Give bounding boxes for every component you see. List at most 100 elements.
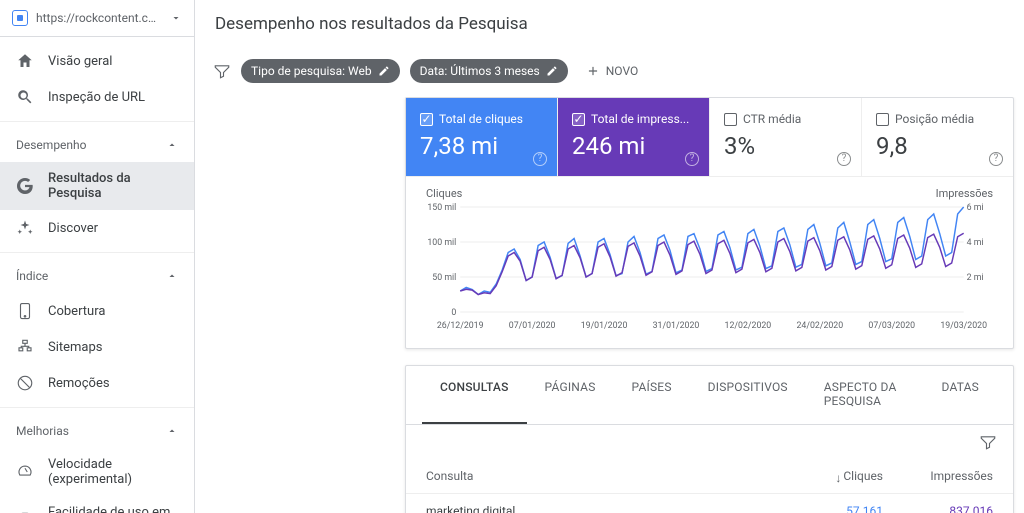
svg-text:50 mil: 50 mil <box>432 273 456 283</box>
svg-text:19/01/2020: 19/01/2020 <box>581 321 628 331</box>
tab-countries[interactable]: PAÍSES <box>614 366 690 424</box>
chevron-up-icon <box>166 425 178 437</box>
filter-chip-type[interactable]: Tipo de pesquisa: Web <box>241 59 400 83</box>
cell-query: marketing digital <box>426 504 773 513</box>
search-icon <box>16 88 34 106</box>
chevron-up-icon <box>166 139 178 151</box>
svg-text:19/03/2020: 19/03/2020 <box>940 321 987 331</box>
property-selector[interactable]: https://rockcontent.com/ <box>0 0 194 37</box>
col-header-query[interactable]: Consulta <box>426 469 773 483</box>
nav-label: Remoções <box>48 376 110 391</box>
nav-label: Cobertura <box>48 304 105 319</box>
checkbox-checked-icon: ✓ <box>572 113 585 126</box>
property-icon <box>12 10 28 26</box>
nav-label: Sitemaps <box>48 340 103 355</box>
metrics-row: ✓Total de cliques 7,38 mi ? ✓Total de im… <box>406 98 1013 177</box>
chevron-up-icon <box>166 270 178 282</box>
nav-search-results[interactable]: Resultados da Pesquisa <box>0 162 194 210</box>
help-icon[interactable]: ? <box>837 152 851 166</box>
nav-discover[interactable]: Discover <box>0 210 194 246</box>
table-row[interactable]: marketing digital57.161837.016 <box>406 494 1013 513</box>
metric-impressions[interactable]: ✓Total de impress... 246 mi ? <box>558 98 710 176</box>
checkbox-unchecked-icon <box>876 113 889 126</box>
main: Desempenho nos resultados da Pesquisa Ti… <box>195 0 1024 513</box>
tab-devices[interactable]: DISPOSITIVOS <box>690 366 806 424</box>
google-icon <box>16 177 34 195</box>
nav-section-performance[interactable]: Desempenho <box>0 128 194 162</box>
sitemap-icon <box>16 338 34 356</box>
sort-desc-icon: ↓ <box>835 471 841 485</box>
edit-icon <box>378 65 390 77</box>
filter-new-button[interactable]: NOVO <box>578 60 647 82</box>
coverage-icon <box>16 302 34 320</box>
performance-chart: Cliques Impressões 150 mil 100 mil 50 mil 0… <box>406 177 1013 348</box>
tab-pages[interactable]: PÁGINAS <box>527 366 614 424</box>
col-header-impressions[interactable]: Impressões <box>883 469 993 483</box>
help-icon[interactable]: ? <box>685 152 699 166</box>
nav-section-index[interactable]: Índice <box>0 259 194 293</box>
sidebar: https://rockcontent.com/ Visão geral Ins… <box>0 0 195 513</box>
table-tabs: CONSULTAS PÁGINAS PAÍSES DISPOSITIVOS AS… <box>406 366 1013 425</box>
metric-value: 9,8 <box>876 132 999 160</box>
nav-sitemaps[interactable]: Sitemaps <box>0 329 194 365</box>
metric-value: 246 mi <box>572 132 695 160</box>
tab-appearance[interactable]: ASPECTO DA PESQUISA <box>806 366 924 424</box>
svg-text:12/02/2020: 12/02/2020 <box>725 321 772 331</box>
speed-icon <box>16 463 34 481</box>
svg-text:6 mi: 6 mi <box>967 203 984 213</box>
svg-text:31/01/2020: 31/01/2020 <box>653 321 700 331</box>
nav-label: Discover <box>48 221 98 236</box>
metric-value: 7,38 mi <box>420 132 543 160</box>
filter-bar: Tipo de pesquisa: Web Data: Últimos 3 me… <box>195 49 1024 97</box>
svg-text:2 mi: 2 mi <box>967 273 984 283</box>
filter-icon[interactable] <box>979 433 997 451</box>
chevron-down-icon <box>170 12 182 24</box>
tab-queries[interactable]: CONSULTAS <box>422 366 527 424</box>
nav-overview[interactable]: Visão geral <box>0 43 194 79</box>
svg-text:0: 0 <box>451 308 456 318</box>
checkbox-checked-icon: ✓ <box>420 113 433 126</box>
help-icon[interactable]: ? <box>533 152 547 166</box>
help-icon[interactable]: ? <box>989 152 1003 166</box>
metric-value: 3% <box>724 132 847 160</box>
metric-position[interactable]: Posição média 9,8 ? <box>862 98 1013 176</box>
nav-label: Inspeção de URL <box>48 90 145 105</box>
svg-text:26/12/2019: 26/12/2019 <box>437 321 484 331</box>
cell-clicks: 57.161 <box>773 504 883 513</box>
svg-text:07/03/2020: 07/03/2020 <box>868 321 915 331</box>
chart-right-axis-label: Impressões <box>936 187 993 200</box>
cell-impressions: 837.016 <box>883 504 993 513</box>
nav-removals[interactable]: Remoções <box>0 365 194 401</box>
metric-clicks[interactable]: ✓Total de cliques 7,38 mi ? <box>406 98 558 176</box>
filter-chip-date[interactable]: Data: Últimos 3 meses <box>410 59 568 83</box>
tab-dates[interactable]: DATAS <box>924 366 997 424</box>
plus-icon <box>586 64 600 78</box>
svg-text:07/01/2020: 07/01/2020 <box>509 321 556 331</box>
svg-text:100 mil: 100 mil <box>427 238 456 248</box>
queries-table: Consulta ↓Cliques Impressões marketing d… <box>406 459 1013 513</box>
home-icon <box>16 52 34 70</box>
nav-section-enhancements[interactable]: Melhorias <box>0 414 194 448</box>
svg-text:24/02/2020: 24/02/2020 <box>796 321 843 331</box>
nav-label: Facilidade de uso em dispo... <box>48 505 178 513</box>
checkbox-unchecked-icon <box>724 113 737 126</box>
col-header-clicks[interactable]: ↓Cliques <box>773 469 883 483</box>
nav-mobile-usability[interactable]: Facilidade de uso em dispo... <box>0 496 194 513</box>
page-title: Desempenho nos resultados da Pesquisa <box>195 0 1024 49</box>
filter-icon[interactable] <box>213 62 231 80</box>
nav-coverage[interactable]: Cobertura <box>0 293 194 329</box>
metric-ctr[interactable]: CTR média 3% ? <box>710 98 862 176</box>
svg-text:4 mi: 4 mi <box>967 238 984 248</box>
edit-icon <box>546 65 558 77</box>
chart-left-axis-label: Cliques <box>426 187 462 200</box>
property-url: https://rockcontent.com/ <box>36 11 162 25</box>
discover-icon <box>16 219 34 237</box>
removals-icon <box>16 374 34 392</box>
nav-label: Velocidade (experimental) <box>48 457 178 487</box>
nav-label: Resultados da Pesquisa <box>48 171 178 201</box>
nav-label: Visão geral <box>48 54 112 69</box>
svg-text:150 mil: 150 mil <box>427 203 456 213</box>
line-chart[interactable]: 150 mil 100 mil 50 mil 0 6 mi 4 mi 2 mi 26/12/2… <box>426 202 993 332</box>
nav-speed[interactable]: Velocidade (experimental) <box>0 448 194 496</box>
nav-url-inspect[interactable]: Inspeção de URL <box>0 79 194 115</box>
